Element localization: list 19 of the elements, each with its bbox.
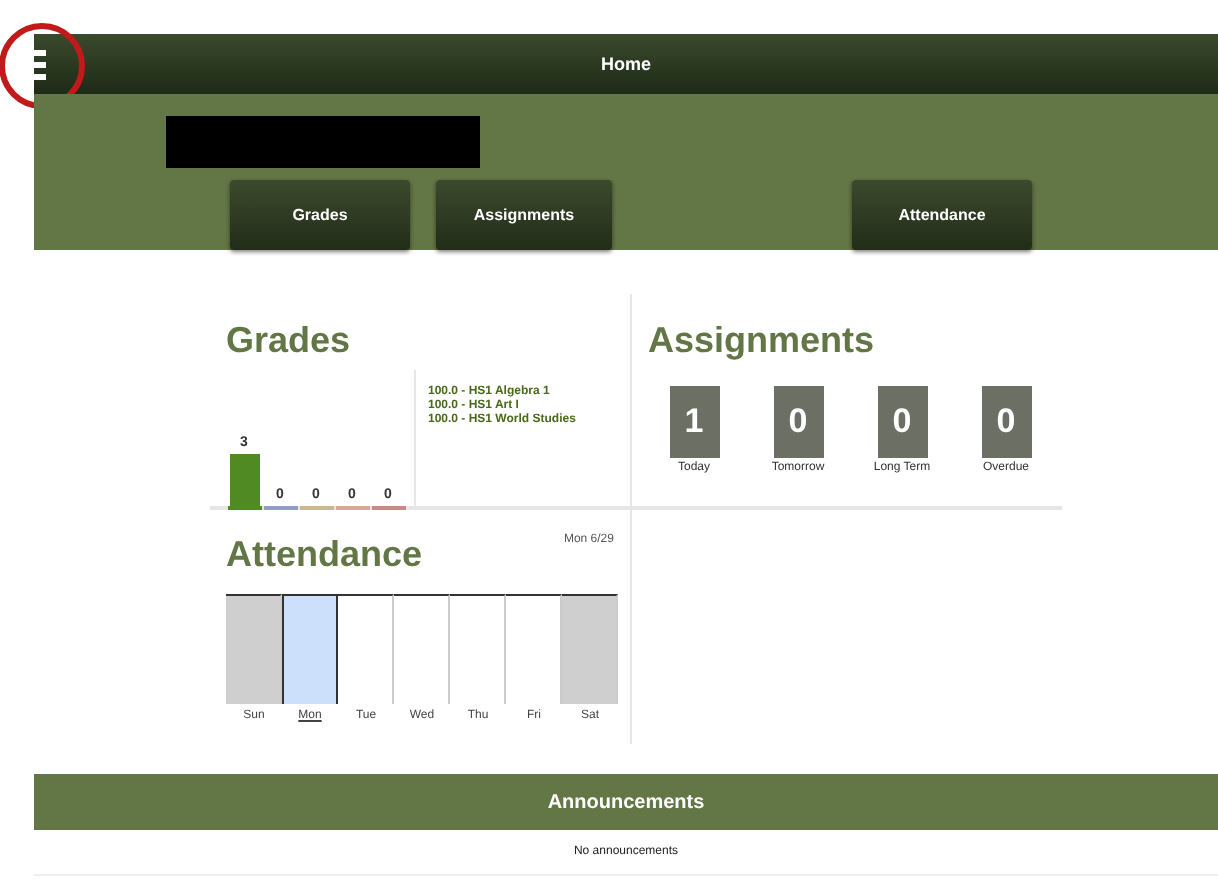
- day-cell[interactable]: [562, 594, 618, 704]
- section-title: Assignments: [648, 320, 877, 362]
- nav-button[interactable]: Grades: [230, 180, 410, 250]
- section-title: Attendance: [226, 534, 423, 576]
- count-tile[interactable]: 0: [981, 386, 1031, 458]
- announcements-header: Announcements: [34, 774, 1218, 830]
- nav-button[interactable]: Assignments: [436, 180, 612, 250]
- count-tile[interactable]: 0: [773, 386, 823, 458]
- count-tile[interactable]: 1: [669, 386, 719, 458]
- day-cell[interactable]: [506, 594, 562, 704]
- day-cell[interactable]: [450, 594, 506, 704]
- day-cell[interactable]: [394, 594, 450, 704]
- day-cell[interactable]: [338, 594, 394, 704]
- day-cell[interactable]: [282, 594, 338, 704]
- section-title: Grades: [226, 320, 353, 362]
- count-tile[interactable]: 0: [877, 386, 927, 458]
- day-cell[interactable]: [226, 594, 282, 704]
- page-title: Home: [600, 54, 651, 74]
- nav-button[interactable]: Attendance: [852, 180, 1032, 250]
